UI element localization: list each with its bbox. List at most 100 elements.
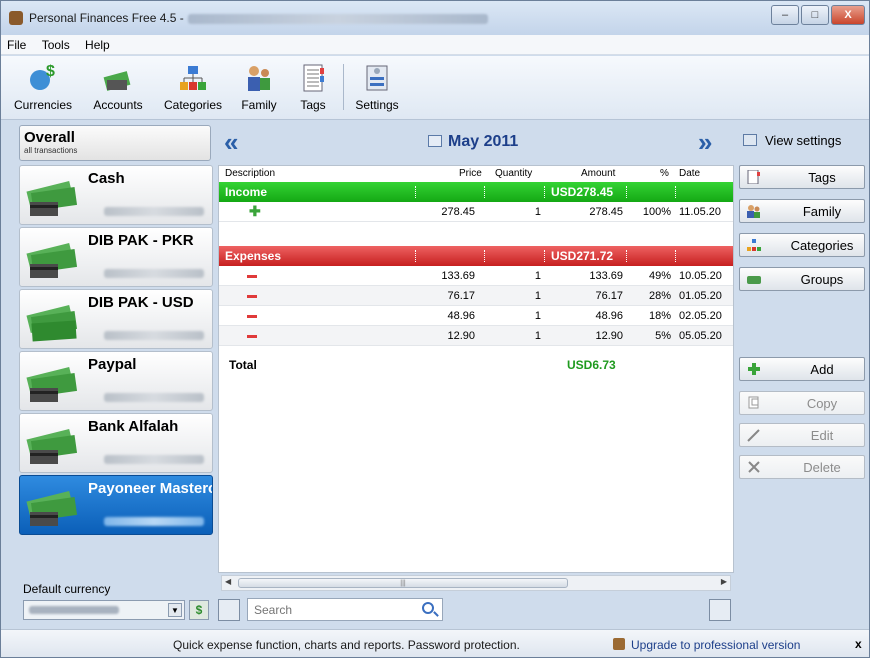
search-field[interactable] — [247, 598, 443, 621]
maximize-button[interactable]: □ — [801, 5, 829, 25]
toolbar-settings-button[interactable]: Settings — [347, 62, 407, 112]
filter-tags-button[interactable]: Tags — [739, 165, 865, 189]
view-settings-icon — [743, 134, 757, 146]
toolbar-currencies-button[interactable]: $ Currencies — [7, 62, 79, 112]
app-icon — [9, 11, 23, 25]
expenses-total: USD271.72 — [551, 249, 614, 263]
blurred-balance — [104, 455, 204, 464]
categories-icon — [747, 239, 761, 251]
close-button[interactable]: X — [831, 5, 865, 25]
minus-icon — [247, 315, 257, 318]
search-icon[interactable] — [422, 602, 434, 614]
previous-month-button[interactable]: « — [224, 129, 238, 155]
minus-icon — [247, 335, 257, 338]
money-icon — [26, 242, 78, 278]
plus-icon — [748, 363, 760, 375]
column-header-date[interactable]: Date — [679, 168, 700, 179]
add-button[interactable]: Add — [739, 357, 865, 381]
column-header-percent[interactable]: % — [660, 168, 669, 179]
filter-groups-button[interactable]: Groups — [739, 267, 865, 291]
app-window: Personal Finances Free 4.5 - – □ X File … — [0, 0, 870, 658]
month-title[interactable]: May 2011 — [428, 133, 518, 151]
account-name: Bank Alfalah — [88, 418, 179, 435]
table-row[interactable]: ✚ 278.45 1 278.45 100% 11.05.20 — [219, 202, 733, 222]
filter-family-button[interactable]: Family — [739, 199, 865, 223]
transactions-table: Description Price Quantity Amount % Date… — [218, 165, 734, 573]
scroll-thumb[interactable]: ||| — [238, 578, 568, 588]
account-name: Payoneer Mastercard — [88, 480, 212, 497]
column-header-amount[interactable]: Amount — [581, 168, 615, 179]
toolbar-accounts-button[interactable]: Accounts — [83, 62, 153, 112]
right-panel-toggle-icon[interactable] — [709, 599, 731, 621]
next-month-button[interactable]: » — [698, 129, 712, 155]
overall-account[interactable]: Overall all transactions — [19, 125, 211, 161]
currency-dollar-button[interactable]: $ — [189, 600, 209, 620]
blurred-balance — [104, 269, 204, 278]
filter-categories-button[interactable]: Categories — [739, 233, 865, 257]
currencies-icon: $ — [30, 63, 55, 90]
copy-icon — [748, 396, 759, 409]
calendar-icon — [428, 135, 442, 147]
money-icon — [26, 180, 78, 216]
account-name: Paypal — [88, 356, 137, 373]
table-row[interactable]: 48.96 1 48.96 18% 02.05.20 — [219, 306, 733, 326]
menu-file[interactable]: File — [1, 35, 32, 52]
settings-icon — [366, 65, 388, 91]
edit-button[interactable]: Edit — [739, 423, 865, 447]
account-name: DIB PAK - PKR — [88, 232, 194, 249]
table-row[interactable]: 133.69 1 133.69 49% 10.05.20 — [219, 266, 733, 286]
account-dib-pak-pkr[interactable]: DIB PAK - PKR — [19, 227, 213, 287]
main-toolbar: $ Currencies Accounts Categories Family … — [1, 56, 869, 120]
transactions-area: « May 2011 » Description Price Quantity … — [218, 125, 734, 625]
upgrade-icon — [613, 638, 625, 650]
minimize-button[interactable]: – — [771, 5, 799, 25]
account-dib-pak-usd[interactable]: DIB PAK - USD — [19, 289, 213, 349]
table-row[interactable]: 12.90 1 12.90 5% 05.05.20 — [219, 326, 733, 346]
income-group-row[interactable]: Income USD278.45 — [219, 182, 733, 202]
toolbar-tags-button[interactable]: Tags — [291, 62, 335, 112]
money-icon — [26, 304, 78, 342]
chevron-down-icon[interactable]: ▼ — [168, 603, 182, 617]
minus-icon — [247, 295, 257, 298]
toolbar-categories-button[interactable]: Categories — [157, 62, 229, 112]
income-total: USD278.45 — [551, 185, 614, 199]
account-paypal[interactable]: Paypal — [19, 351, 213, 411]
scroll-left-icon[interactable]: ◀ — [225, 577, 231, 586]
money-icon — [26, 490, 78, 526]
plus-icon: ✚ — [249, 203, 261, 219]
menu-tools[interactable]: Tools — [36, 35, 76, 52]
copy-button[interactable]: Copy — [739, 391, 865, 415]
overall-title: Overall — [24, 129, 75, 146]
status-close-button[interactable]: x — [855, 637, 862, 651]
blurred-file-path — [187, 13, 488, 24]
view-settings-button[interactable]: View settings — [739, 133, 841, 148]
scroll-right-icon[interactable]: ▶ — [721, 577, 727, 586]
account-cash[interactable]: Cash — [19, 165, 213, 225]
svg-text:$: $ — [46, 63, 55, 80]
search-input[interactable] — [254, 602, 404, 618]
column-header-quantity[interactable]: Quantity — [495, 168, 532, 179]
family-icon — [248, 66, 270, 91]
window-title: Personal Finances Free 4.5 - — [29, 11, 488, 25]
column-header-description[interactable]: Description — [225, 168, 275, 179]
title-bar: Personal Finances Free 4.5 - – □ X — [1, 1, 869, 35]
minus-icon — [247, 275, 257, 278]
search-panel-toggle-icon[interactable] — [218, 599, 240, 621]
default-currency-select[interactable]: ▼ — [23, 600, 185, 620]
blurred-balance — [104, 393, 204, 402]
menu-bar: File Tools Help — [1, 35, 869, 55]
account-payoneer-mastercard[interactable]: Payoneer Mastercard — [19, 475, 213, 535]
table-row[interactable]: 76.17 1 76.17 28% 01.05.20 — [219, 286, 733, 306]
delete-button[interactable]: Delete — [739, 455, 865, 479]
horizontal-scrollbar[interactable]: ◀ ||| ▶ — [221, 575, 731, 591]
account-bank-alfalah[interactable]: Bank Alfalah — [19, 413, 213, 473]
expenses-group-row[interactable]: Expenses USD271.72 — [219, 246, 733, 266]
menu-help[interactable]: Help — [79, 35, 116, 52]
toolbar-separator — [343, 64, 344, 110]
toolbar-family-button[interactable]: Family — [233, 62, 285, 112]
default-currency-label: Default currency — [23, 582, 111, 596]
delete-x-icon — [748, 461, 760, 473]
upgrade-link[interactable]: Upgrade to professional version — [613, 638, 800, 652]
column-header-price[interactable]: Price — [459, 168, 482, 179]
blurred-currency-value — [29, 606, 119, 614]
